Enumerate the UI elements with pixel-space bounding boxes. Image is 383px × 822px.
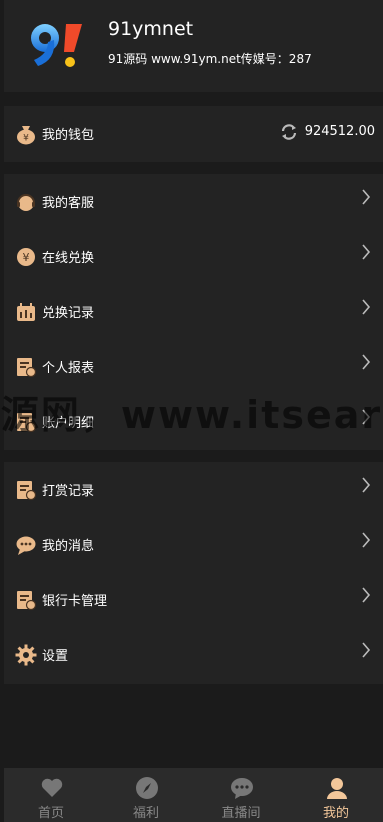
tab-label: 我的 [322,806,349,821]
chevron-right-icon [362,299,371,315]
calendar-icon [17,303,35,321]
report-icon [17,481,37,501]
tab-label: 福利 [132,806,159,821]
report-icon [17,358,37,378]
user-icon [327,778,347,799]
svg-text:¥: ¥ [23,134,29,144]
menu-item-bank-card[interactable]: 银行卡管理 [4,572,383,628]
svg-text:¥: ¥ [23,251,30,264]
menu-item-settings[interactable]: 设置 [4,627,383,683]
chat-icon [16,536,36,555]
menu-item-label: 我的客服 [42,196,95,211]
app-logo [31,24,82,67]
wallet-balance: 924512.00 [304,124,375,139]
profile-subtitle: 91源码 www.91ym.net传媒号：287 [108,52,312,66]
chevron-right-icon [362,244,371,260]
menu-item-label: 打赏记录 [42,484,95,499]
menu-item-label: 个人报表 [42,361,95,376]
chat-bubble-icon [231,778,253,799]
menu-item-label: 我的消息 [42,539,95,554]
bottom-tab-bar: 首页 福利 直播间 我的 [4,768,383,822]
menu-item-exchange-records[interactable]: 兑换记录 [4,284,383,340]
compass-icon [136,777,158,799]
watermark: 源网，www.itsear [0,393,383,437]
wallet-row[interactable]: ¥ 我的钱包 924512.00 [4,106,383,162]
heart-icon [41,778,63,797]
gear-icon [15,644,37,666]
tab-welfare[interactable]: 福利 [99,768,193,822]
chevron-right-icon [362,587,371,603]
menu-item-label: 兑换记录 [42,306,95,321]
report-icon [17,591,37,611]
chevron-right-icon [362,354,371,370]
wallet-panel: ¥ 我的钱包 924512.00 [4,106,383,162]
menu-group-2: 打赏记录 我的消息 银行卡管理 设置 [4,462,383,684]
wallet-label: 我的钱包 [42,128,95,143]
money-bag-icon: ¥ [17,126,35,145]
yuan-coin-icon: ¥ [17,248,35,266]
menu-item-label: 在线兑换 [42,251,95,266]
menu-item-online-exchange[interactable]: ¥ 在线兑换 [4,229,383,285]
profile-header: 91ymnet 91源码 www.91ym.net传媒号：287 [4,0,383,92]
menu-item-reward-records[interactable]: 打赏记录 [4,462,383,518]
tab-live-room[interactable]: 直播间 [194,768,288,822]
chevron-right-icon [362,532,371,548]
refresh-icon[interactable] [280,123,298,141]
chevron-right-icon [362,477,371,493]
username: 91ymnet [108,18,194,40]
tab-label: 首页 [37,806,64,821]
chevron-right-icon [362,642,371,658]
menu-item-label: 银行卡管理 [42,594,108,609]
tab-label: 直播间 [221,806,261,821]
menu-item-customer-service[interactable]: 我的客服 [4,174,383,230]
tab-home[interactable]: 首页 [4,768,98,822]
menu-item-my-messages[interactable]: 我的消息 [4,517,383,573]
menu-item-label: 设置 [42,649,69,664]
tab-mine[interactable]: 我的 [289,768,383,822]
chevron-right-icon [362,189,371,205]
headset-icon [17,194,35,211]
